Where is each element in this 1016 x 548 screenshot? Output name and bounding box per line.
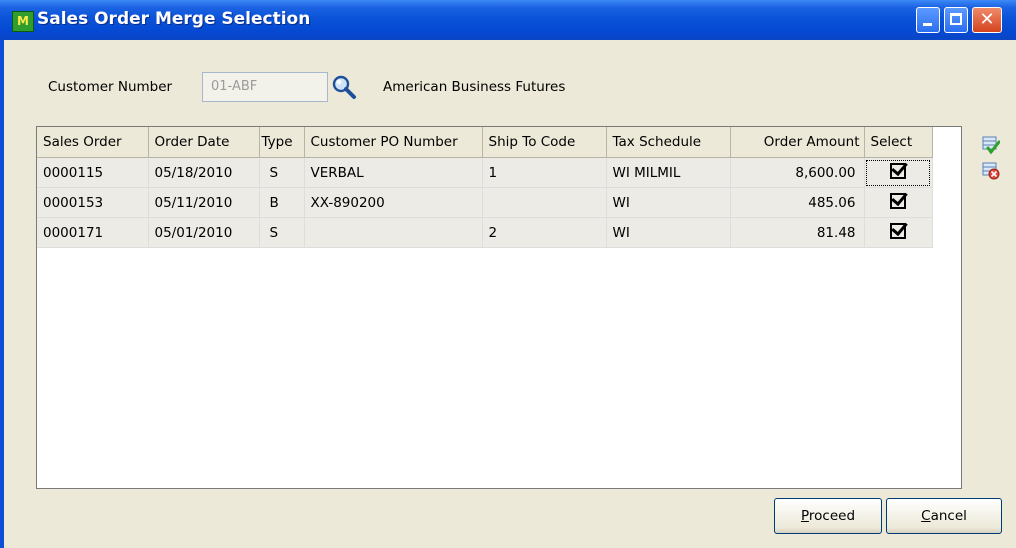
header-select[interactable]: Select: [864, 127, 933, 158]
maximize-icon: [950, 13, 962, 25]
cancel-accelerator: C: [921, 508, 931, 524]
cell-sales-order: 0000171: [37, 217, 149, 248]
app-icon: M: [12, 11, 34, 32]
cell-customer-po: [304, 217, 483, 248]
dialog-window: M Sales Order Merge Selection ✕ Customer…: [0, 0, 1016, 548]
cell-order-date: 05/18/2010: [148, 157, 260, 188]
header-ship-to-code[interactable]: Ship To Code: [482, 127, 607, 158]
proceed-label: roceed: [808, 508, 856, 524]
customer-number-label: Customer Number: [48, 79, 173, 95]
cell-type: S: [259, 157, 305, 188]
cancel-label: ancel: [930, 508, 967, 524]
dialog-body: Customer Number 01-ABF American Business…: [4, 40, 1016, 548]
table-row[interactable]: 0000153 05/11/2010 B XX-890200 WI 485.06: [37, 187, 933, 218]
maximize-button[interactable]: [944, 7, 968, 33]
grid-header-row: Sales Order Order Date Type Customer PO …: [37, 127, 933, 158]
select-checkbox[interactable]: [890, 192, 906, 209]
cell-tax-schedule: WI: [606, 217, 731, 248]
cell-select[interactable]: [864, 187, 933, 218]
cell-ship-to: 2: [482, 217, 607, 248]
cell-order-amount: 81.48: [730, 217, 865, 248]
cell-customer-po: XX-890200: [304, 187, 483, 218]
close-icon: ✕: [979, 9, 995, 30]
table-row[interactable]: 0000171 05/01/2010 S 2 WI 81.48: [37, 217, 933, 248]
cell-order-amount: 8,600.00: [730, 157, 865, 188]
customer-number-field[interactable]: 01-ABF: [202, 72, 328, 102]
cell-tax-schedule: WI MILMIL: [606, 157, 731, 188]
header-tax-schedule[interactable]: Tax Schedule: [606, 127, 731, 158]
cell-type: S: [259, 217, 305, 248]
lookup-magnifier-icon[interactable]: [330, 74, 358, 100]
close-button[interactable]: ✕: [972, 7, 1002, 33]
deselect-all-icon[interactable]: [982, 162, 1000, 180]
cell-customer-po: VERBAL: [304, 157, 483, 188]
proceed-button[interactable]: Proceed: [774, 498, 882, 534]
cell-select[interactable]: [864, 157, 933, 188]
select-checkbox[interactable]: [890, 222, 906, 239]
minimize-button[interactable]: [916, 7, 940, 33]
cell-order-date: 05/01/2010: [148, 217, 260, 248]
header-type[interactable]: Type: [259, 127, 305, 158]
cell-order-amount: 485.06: [730, 187, 865, 218]
cell-tax-schedule: WI: [606, 187, 731, 218]
sales-order-table: Sales Order Order Date Type Customer PO …: [37, 127, 933, 248]
cell-ship-to: 1: [482, 157, 607, 188]
header-order-amount[interactable]: Order Amount: [730, 127, 865, 158]
header-sales-order[interactable]: Sales Order: [37, 127, 149, 158]
cell-sales-order: 0000153: [37, 187, 149, 218]
cell-order-date: 05/11/2010: [148, 187, 260, 218]
cancel-button[interactable]: Cancel: [886, 498, 1002, 534]
header-order-date[interactable]: Order Date: [148, 127, 260, 158]
title-bar[interactable]: M Sales Order Merge Selection ✕: [0, 0, 1016, 40]
customer-name: American Business Futures: [383, 79, 566, 95]
cell-ship-to: [482, 187, 607, 218]
cell-type: B: [259, 187, 305, 218]
header-customer-po-number[interactable]: Customer PO Number: [304, 127, 483, 158]
proceed-accelerator: P: [800, 508, 809, 524]
select-checkbox[interactable]: [890, 162, 906, 179]
select-all-icon[interactable]: [982, 136, 1000, 154]
minimize-icon: [923, 23, 932, 26]
table-row[interactable]: 0000115 05/18/2010 S VERBAL 1 WI MILMIL …: [37, 157, 933, 188]
sales-order-grid[interactable]: Sales Order Order Date Type Customer PO …: [36, 126, 962, 489]
cell-sales-order: 0000115: [37, 157, 149, 188]
cell-select[interactable]: [864, 217, 933, 248]
window-title: Sales Order Merge Selection: [37, 9, 311, 29]
